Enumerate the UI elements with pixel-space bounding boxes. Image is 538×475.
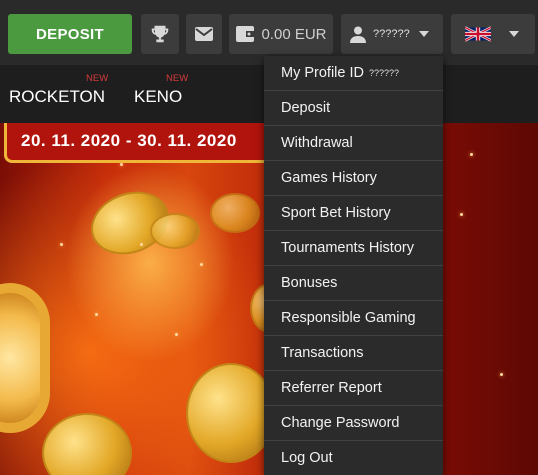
nav-item-rocketon[interactable]: ROCKETON xyxy=(9,87,105,107)
page-root: { "header": { "deposit_label": "DEPOSIT"… xyxy=(0,0,538,475)
new-badge: NEW xyxy=(86,73,109,84)
deposit-button[interactable]: DEPOSIT xyxy=(8,14,132,54)
profile-id: ?????? xyxy=(369,68,400,78)
coin-image xyxy=(42,413,132,475)
messages-button[interactable] xyxy=(186,14,222,54)
tournaments-button[interactable] xyxy=(141,14,179,54)
menu-item-change-password[interactable]: Change Password xyxy=(264,406,443,441)
spark xyxy=(120,163,123,166)
wallet-icon xyxy=(236,26,255,42)
new-badge: NEW xyxy=(166,73,189,84)
spark xyxy=(60,243,63,246)
menu-item-my-profile[interactable]: My Profile ID ?????? xyxy=(264,56,443,91)
username-label: ?????? xyxy=(373,28,410,40)
menu-item-responsible-gaming[interactable]: Responsible Gaming xyxy=(264,301,443,336)
coin-image xyxy=(210,193,260,233)
menu-item-referrer-report[interactable]: Referrer Report xyxy=(264,371,443,406)
menu-item-bonuses[interactable]: Bonuses xyxy=(264,266,443,301)
spark xyxy=(460,213,463,216)
menu-item-withdrawal[interactable]: Withdrawal xyxy=(264,126,443,161)
uk-flag-icon xyxy=(465,26,491,42)
language-selector[interactable] xyxy=(451,14,535,54)
nav-item-keno[interactable]: KENO xyxy=(134,87,182,107)
trophy-icon xyxy=(151,25,169,43)
menu-item-label: My Profile ID xyxy=(281,65,364,81)
spark xyxy=(500,373,503,376)
account-menu-button[interactable]: ?????? xyxy=(341,14,443,54)
spark xyxy=(200,263,203,266)
spark xyxy=(140,243,143,246)
menu-item-games-history[interactable]: Games History xyxy=(264,161,443,196)
decorative-ring xyxy=(0,283,50,433)
balance-amount: 0.00 EUR xyxy=(261,25,327,43)
chevron-down-icon xyxy=(419,31,429,37)
spark xyxy=(95,313,98,316)
menu-item-deposit[interactable]: Deposit xyxy=(264,91,443,126)
coin-image xyxy=(150,213,200,249)
chevron-down-icon xyxy=(509,31,519,37)
account-dropdown-menu: My Profile ID ?????? Deposit Withdrawal … xyxy=(264,56,443,475)
menu-item-log-out[interactable]: Log Out xyxy=(264,441,443,475)
menu-item-tournaments-history[interactable]: Tournaments History xyxy=(264,231,443,266)
user-icon xyxy=(350,26,366,43)
menu-item-transactions[interactable]: Transactions xyxy=(264,336,443,371)
spark xyxy=(175,333,178,336)
menu-item-sport-bet-history[interactable]: Sport Bet History xyxy=(264,196,443,231)
spark xyxy=(470,153,473,156)
mail-icon xyxy=(195,27,213,41)
coin-image xyxy=(186,363,276,463)
balance-button[interactable]: 0.00 EUR xyxy=(229,14,333,54)
promo-date-range: 20. 11. 2020 - 30. 11. 2020 xyxy=(4,123,304,163)
